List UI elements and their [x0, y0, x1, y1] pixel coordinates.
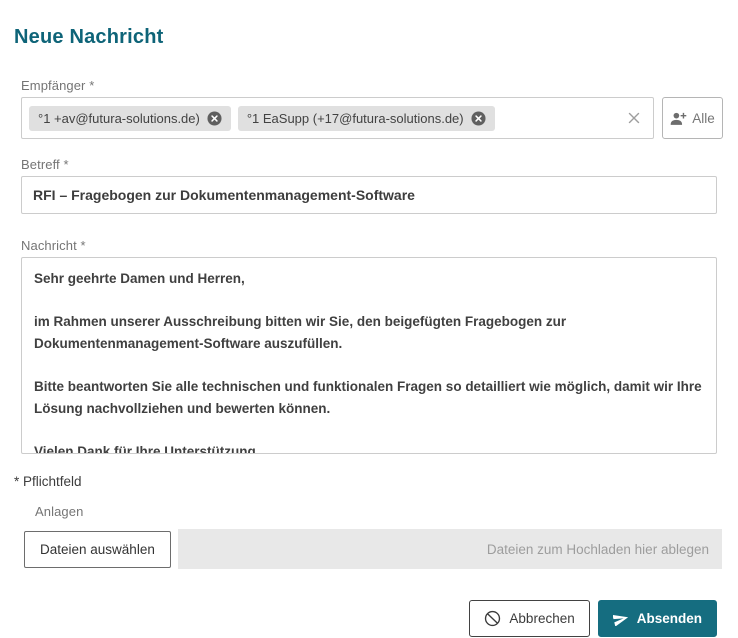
- recipients-label: Empfänger *: [21, 78, 723, 93]
- recipient-chip-label: °1 +av@futura-solutions.de): [38, 111, 200, 126]
- recipient-chip-label: °1 EaSupp (+17@futura-solutions.de): [247, 111, 464, 126]
- remove-recipient-icon[interactable]: [207, 111, 222, 126]
- attachments-row: Dateien auswählen Dateien zum Hochladen …: [24, 529, 722, 569]
- clear-recipients-icon[interactable]: [625, 109, 643, 127]
- message-label: Nachricht *: [21, 238, 723, 253]
- cancel-label: Abbrechen: [509, 611, 574, 626]
- recipients-group: Empfänger * °1 +av@futura-solutions.de) …: [21, 78, 723, 139]
- attachments-label: Anlagen: [35, 504, 723, 519]
- action-bar: Abbrechen Absenden: [14, 600, 717, 637]
- person-add-icon: [670, 111, 687, 126]
- submit-label: Absenden: [637, 611, 702, 626]
- recipients-input[interactable]: °1 +av@futura-solutions.de) °1 EaSupp (+…: [21, 97, 654, 139]
- message-group: Nachricht * Sehr geehrte Damen und Herre…: [21, 238, 723, 454]
- choose-files-button[interactable]: Dateien auswählen: [24, 531, 171, 568]
- new-message-form: Neue Nachricht Empfänger * °1 +av@futura…: [0, 0, 738, 638]
- block-icon: [484, 610, 501, 627]
- add-all-recipients-button[interactable]: Alle: [662, 97, 723, 139]
- submit-button[interactable]: Absenden: [598, 600, 717, 637]
- recipient-chip: °1 +av@futura-solutions.de): [29, 106, 231, 131]
- remove-recipient-icon[interactable]: [471, 111, 486, 126]
- subject-input[interactable]: RFI – Fragebogen zur Dokumentenmanagemen…: [21, 176, 717, 214]
- cancel-button[interactable]: Abbrechen: [469, 600, 589, 637]
- add-all-label: Alle: [692, 111, 715, 126]
- recipient-chip: °1 EaSupp (+17@futura-solutions.de): [238, 106, 495, 131]
- message-textarea[interactable]: Sehr geehrte Damen und Herren, im Rahmen…: [21, 257, 717, 454]
- subject-group: Betreff * RFI – Fragebogen zur Dokumente…: [21, 157, 723, 214]
- subject-label: Betreff *: [21, 157, 723, 172]
- page-title: Neue Nachricht: [14, 26, 723, 49]
- dropzone-hint: Dateien zum Hochladen hier ablegen: [487, 542, 709, 557]
- required-fields-note: * Pflichtfeld: [14, 474, 723, 489]
- file-dropzone[interactable]: Dateien zum Hochladen hier ablegen: [178, 529, 722, 569]
- send-icon: [613, 612, 629, 626]
